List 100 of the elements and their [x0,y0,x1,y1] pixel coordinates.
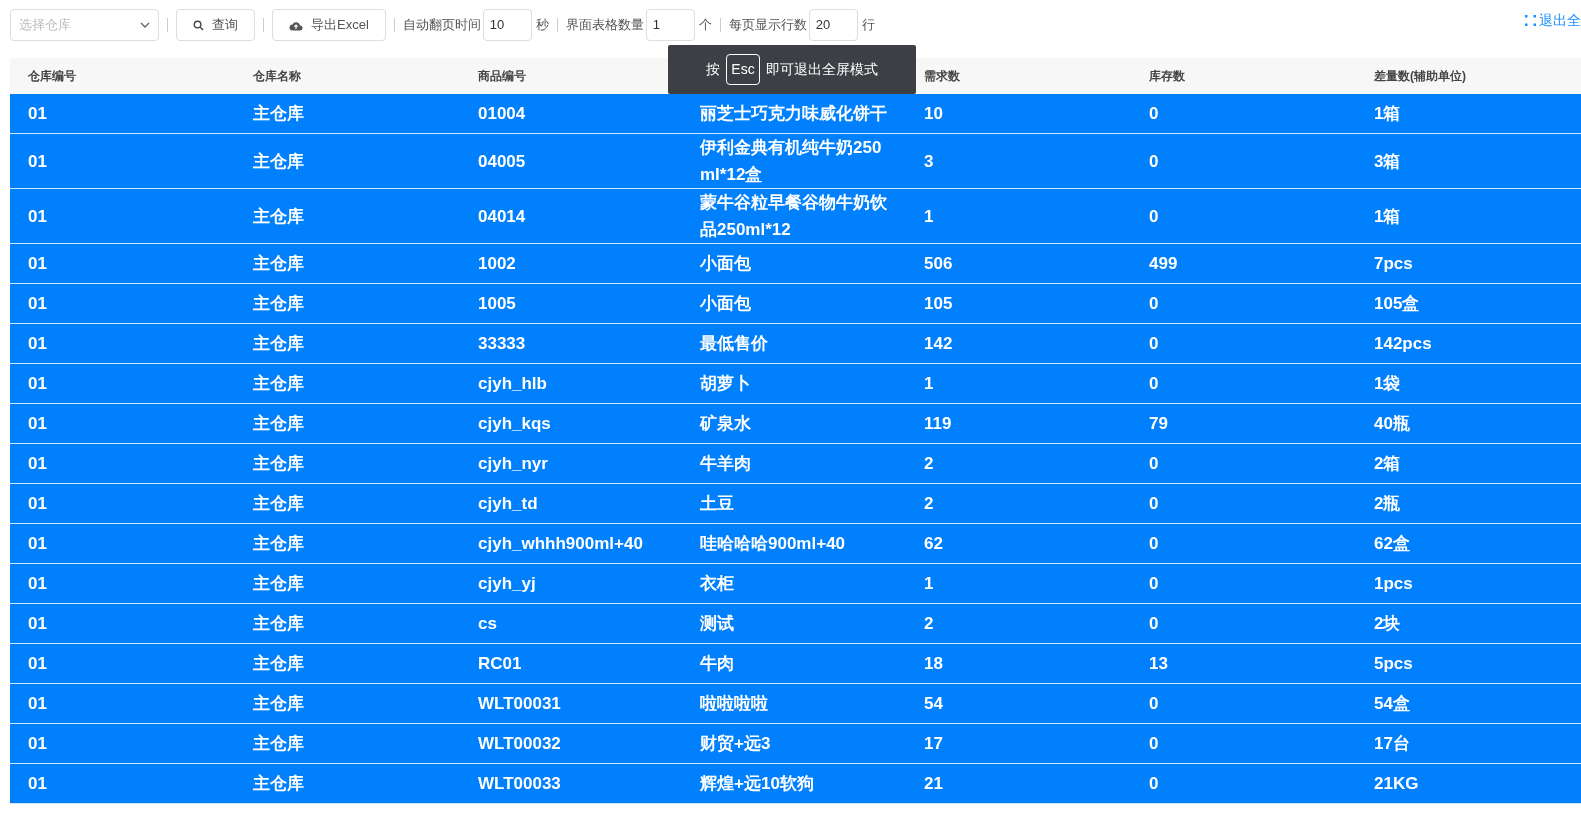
table-cell-text: 丽芝士巧克力味威化饼干 [699,103,888,125]
table-cell-text: 1袋 [1373,373,1402,395]
table-cell-text: 62 [923,533,944,555]
table-cell-text: 01 [27,103,48,125]
table-cell-text: 0 [1148,693,1160,715]
table-cell-text: 40瓶 [1373,413,1411,435]
table-cell-text: 7pcs [1373,253,1414,275]
table-cell-text: 主仓库 [252,413,305,435]
table-cell-text: 小面包 [699,293,752,315]
input-field[interactable]: 10 [482,9,532,41]
table-cell-text: 2箱 [1373,453,1402,475]
table-cell-text: 01 [27,373,48,395]
query-button[interactable]: 查询 [176,9,255,41]
table-cell-text: 胡萝卜 [699,373,752,395]
table-cell-text: 33333 [477,333,527,355]
table-cell-text: 0 [1148,333,1160,355]
table-cell-text: 土豆 [699,493,735,515]
notice-text: 即可退出全屏模式 [765,60,878,79]
column-header: 商品编号 [477,68,527,85]
table-cell-text: 1箱 [1373,205,1402,228]
table-cell-text: 主仓库 [252,373,305,395]
table-cell-text: 142pcs [1373,333,1433,355]
table-cell-text: 01 [27,493,48,515]
table-cell-text: 辉煌+远10软狗 [699,773,815,795]
table-cell-text: 主仓库 [252,573,305,595]
table-cell-text: 1 [923,205,935,228]
table-cell-text: 0 [1148,293,1160,315]
cloud-upload-icon [289,19,303,31]
table-cell-text: 18 [923,653,944,675]
export-button[interactable]: 导出Excel [272,9,386,41]
table-cell-text: WLT00033 [477,773,562,795]
table-cell-text: 54 [923,693,944,715]
table-cell-text: 17台 [1373,733,1411,755]
table-cell-text: 财贸+远3 [699,733,772,755]
table-cell-text: 01 [27,733,48,755]
table-cell-text: 主仓库 [252,533,305,555]
table-cell-text: 01 [27,413,48,435]
table-cell-text: 最低售价 [699,333,769,355]
table-cell-text: 1 [923,573,935,595]
table-cell-text: cjyh_hlb [477,373,548,395]
notice-text: 按 [706,60,721,79]
table-cell-text: 01 [27,150,48,173]
table-cell-text: 499 [1148,253,1179,275]
table-cell-text: 01 [27,693,48,715]
table-cell-text: 1 [923,373,935,395]
table-cell-text: 01 [27,453,48,475]
table-cell-text: 506 [923,253,954,275]
table-cell-text: 54盒 [1373,693,1411,715]
table-cell-text: 5pcs [1373,653,1414,675]
table-cell-text: 主仓库 [252,653,305,675]
table-cell-text: 0 [1148,773,1160,795]
table-cell-text: 2 [923,493,935,515]
column-header: 仓库名称 [252,68,302,85]
column-header: 需求数 [923,68,961,85]
table-cell-text: 01 [27,573,48,595]
unit-label: 秒 [535,16,549,35]
search-icon [193,19,204,31]
table-cell-text: 主仓库 [252,150,305,173]
table-cell-text: 01004 [477,103,527,125]
table-cell-text: 01 [27,533,48,555]
table-cell-text: 01 [27,773,48,795]
table-cell-text: 04014 [477,205,527,228]
unit-label: 行 [861,16,875,35]
table-cell-text: 0 [1148,150,1160,173]
table-cell-text: 1002 [477,253,517,275]
table-cell-text: cjyh_td [477,493,539,515]
table-cell-text: 牛羊肉 [699,453,752,475]
table-cell-text: 1005 [477,293,517,315]
table-cell-text: 2瓶 [1373,493,1402,515]
table-cell-text: 01 [27,253,48,275]
input-field[interactable]: 1 [645,9,695,41]
table-cell-text: 蒙牛谷粒早餐谷物牛奶饮品250ml*12 [699,192,888,241]
table-cell-text: 0 [1148,373,1160,395]
table-cell-text: 小面包 [699,253,752,275]
table-cell-text: 主仓库 [252,733,305,755]
table-cell-text: 主仓库 [252,103,305,125]
table-cell-text: 01 [27,613,48,635]
table-cell-text: 主仓库 [252,205,305,228]
table-cell-text: 13 [1148,653,1169,675]
table-cell-text: cjyh_kqs [477,413,552,435]
table-cell-text: 0 [1148,493,1160,515]
table-cell-text: 0 [1148,533,1160,555]
table-cell-text: 01 [27,205,48,228]
table-cell-text: 矿泉水 [698,413,752,435]
key-label: Esc [726,54,760,85]
table-cell-text: 主仓库 [252,693,305,715]
table-cell-text: 测试 [699,613,735,635]
table-cell-text: 04005 [477,150,527,173]
table-cell-text: 0 [1148,573,1160,595]
table-cell-text: 0 [1148,453,1160,475]
table-cell-text: 10 [923,103,944,125]
column-header: 差量数(辅助单位) [1373,68,1467,85]
collapse-icon [1525,14,1536,26]
table-cell-text: 01 [27,333,48,355]
table-cell-text: 1箱 [1373,103,1402,125]
table-cell-text: cjyh_yj [477,573,537,595]
table-cell-text: 62盒 [1373,533,1411,555]
table-cell-text: 3箱 [1373,150,1402,173]
table-cell-text: 主仓库 [252,493,305,515]
input-field[interactable]: 20 [808,9,858,41]
